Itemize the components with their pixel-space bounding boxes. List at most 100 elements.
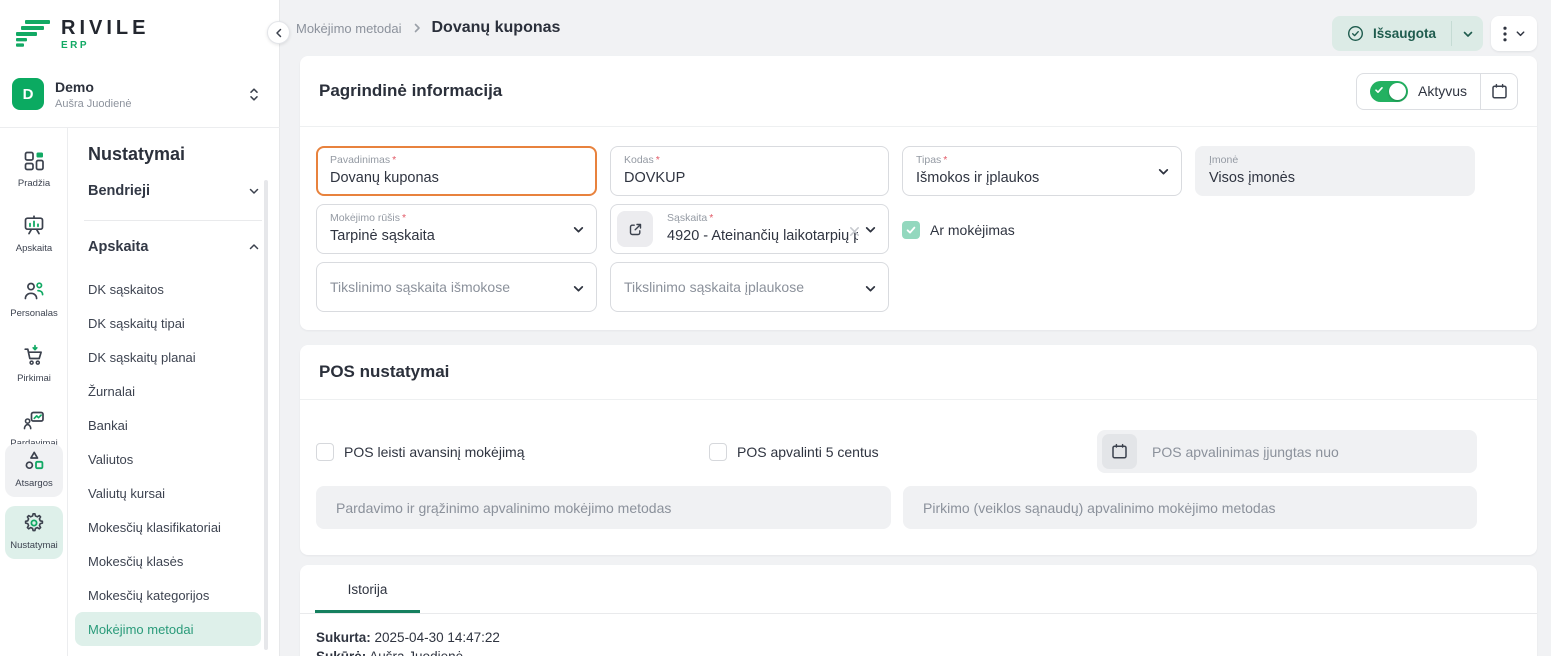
active-toggle-wrap[interactable]: Aktyvus — [1357, 81, 1480, 102]
rail-item-personalas[interactable]: Personalas — [5, 274, 63, 324]
rail-label: Pirkimai — [17, 373, 51, 384]
nav-item-zurnalai[interactable]: Žurnalai — [75, 374, 261, 408]
general-info-header: Pagrindinė informacija Aktyvus — [300, 56, 1537, 127]
created-value: 2025-04-30 14:47:22 — [375, 630, 500, 645]
field-placeholder: Tikslinimo sąskaita išmokose — [330, 279, 510, 295]
nav-group-bendrieji[interactable]: Bendrieji — [88, 183, 260, 199]
chevron-down-icon — [864, 223, 877, 236]
field-value: DOVKUP — [624, 170, 858, 186]
field-value: Išmokos ir įplaukos — [916, 170, 1151, 186]
field-saskaita[interactable]: Sąskaita* 4920 - Ateinančių laikotarpių … — [610, 204, 889, 254]
external-link-icon — [628, 222, 643, 237]
checkbox-pos-avansinis[interactable]: POS leisti avansinį mokėjimą — [316, 443, 709, 461]
more-actions-button[interactable] — [1491, 16, 1537, 51]
history-created: Sukurta: 2025-04-30 14:47:22 — [316, 628, 1521, 647]
cart-icon — [22, 344, 46, 368]
check-icon — [1375, 86, 1383, 94]
chevron-right-icon — [411, 22, 423, 34]
field-pardavimo-apvalinimo-metodas[interactable]: Pardavimo ir grąžinimo apvalinimo mokėji… — [316, 486, 891, 529]
saved-split-button[interactable]: Išsaugota — [1332, 16, 1483, 51]
saved-button-caret[interactable] — [1452, 16, 1483, 51]
field-tikslinimo-iplaukose[interactable]: Tikslinimo sąskaita įplaukose — [610, 262, 889, 312]
chevron-left-icon — [274, 28, 284, 38]
chevron-down-icon — [1157, 165, 1170, 178]
nav-divider — [84, 220, 262, 221]
rail-item-apskaita[interactable]: Apskaita — [5, 209, 63, 259]
gear-icon — [22, 511, 46, 535]
rail-label: Personalas — [10, 308, 58, 319]
chevron-down-icon — [248, 185, 260, 197]
field-pavadinimas[interactable]: Pavadinimas* Dovanų kuponas — [316, 146, 597, 196]
field-value: Visos įmonės — [1209, 170, 1444, 186]
chevron-down-icon — [572, 223, 585, 236]
field-kodas[interactable]: Kodas* DOVKUP — [610, 146, 889, 196]
workspace-name: Demo — [55, 79, 237, 95]
nav-item-dk-saskaitu-tipai[interactable]: DK sąskaitų tipai — [75, 306, 261, 340]
field-mokejimo-rusis[interactable]: Mokėjimo rūšis* Tarpinė sąskaita — [316, 204, 597, 254]
checkbox-ar-mokejimas[interactable]: Ar mokėjimas — [902, 206, 1475, 254]
nav-item-dk-saskaitu-planai[interactable]: DK sąskaitų planai — [75, 340, 261, 374]
rivile-logo: RIVILE ERP — [14, 18, 149, 51]
created-label: Sukurta: — [316, 630, 371, 645]
workspace-user: Aušra Juodienė — [55, 98, 237, 110]
field-label: Sąskaita* — [667, 212, 858, 224]
sidebar-collapse-button[interactable] — [267, 21, 290, 44]
checkbox-label: Ar mokėjimas — [930, 222, 1015, 238]
field-label: Kodas* — [624, 154, 858, 166]
checkbox-checked-icon — [902, 221, 920, 239]
field-placeholder: POS apvalinimas įjungtas nuo — [1152, 444, 1339, 460]
nav-item-mokesciu-klases[interactable]: Mokesčių klasės — [75, 544, 261, 578]
nav-scrollbar[interactable] — [264, 180, 268, 650]
field-label: Įmonė — [1209, 154, 1444, 166]
rail-item-pirkimai[interactable]: Pirkimai — [5, 339, 63, 389]
module-rail: Pradžia Apskaita — [0, 128, 68, 656]
field-value: 4920 - Ateinančių laikotarpių pajar — [667, 228, 858, 244]
chevron-down-icon — [864, 282, 877, 295]
workspace-switcher[interactable]: D Demo Aušra Juodienė — [12, 74, 268, 114]
checkbox-pos-apvalinti[interactable]: POS apvalinti 5 centus — [709, 443, 1097, 461]
calendar-icon[interactable] — [1102, 434, 1137, 469]
nav-item-valiutos[interactable]: Valiutos — [75, 442, 261, 476]
clear-icon[interactable] — [849, 226, 860, 237]
rail-item-nustatymai[interactable]: Nustatymai — [5, 506, 63, 559]
field-tikslinimo-ismokose[interactable]: Tikslinimo sąskaita išmokose — [316, 262, 597, 312]
nav-item-mokesciu-kategorijos[interactable]: Mokesčių kategorijos — [75, 578, 261, 612]
rail-item-pradzia[interactable]: Pradžia — [5, 144, 63, 194]
field-tipas[interactable]: Tipas* Išmokos ir įplaukos — [902, 146, 1182, 196]
active-control: Aktyvus — [1356, 73, 1518, 110]
nav-item-dk-saskaitos[interactable]: DK sąskaitos — [75, 272, 261, 306]
field-placeholder: Pardavimo ir grąžinimo apvalinimo mokėji… — [336, 500, 671, 516]
rail-item-atsargos[interactable]: Atsargos — [5, 444, 63, 497]
open-account-button[interactable] — [617, 211, 653, 247]
checkbox-empty-icon — [709, 443, 727, 461]
nav-item-mokejimo-metodai[interactable]: Mokėjimo metodai — [75, 612, 261, 646]
tab-istorija[interactable]: Istorija — [315, 565, 420, 613]
active-toggle[interactable] — [1370, 81, 1408, 102]
field-pos-apvalinimas-nuo[interactable]: POS apvalinimas įjungtas nuo — [1097, 430, 1477, 473]
field-label: Tipas* — [916, 154, 1151, 166]
nav-item-bankai[interactable]: Bankai — [75, 408, 261, 442]
nav-item-mokesciu-klasifikatoriai[interactable]: Mokesčių klasifikatoriai — [75, 510, 261, 544]
field-imone: Įmonė Visos įmonės — [1195, 146, 1475, 196]
breadcrumb: Mokėjimo metodai Dovanų kuponas — [296, 0, 560, 56]
check-circle-icon — [1347, 25, 1364, 42]
nav-group-apskaita[interactable]: Apskaita — [88, 239, 260, 255]
breadcrumb-parent[interactable]: Mokėjimo metodai — [296, 21, 402, 36]
chevron-down-icon — [572, 282, 585, 295]
settings-nav: Nustatymai Bendrieji Apskaita DK sąskait… — [68, 128, 280, 656]
general-info-title: Pagrindinė informacija — [319, 81, 502, 101]
nav-item-valiutu-kursai[interactable]: Valiutų kursai — [75, 476, 261, 510]
expand-vertical-icon — [248, 87, 260, 102]
general-info-form: Pavadinimas* Dovanų kuponas Kodas* DOVKU… — [300, 127, 1537, 312]
field-placeholder: Tikslinimo sąskaita įplaukose — [624, 279, 804, 295]
sales-monitor-icon — [22, 409, 46, 433]
saved-button-main[interactable]: Išsaugota — [1332, 16, 1451, 51]
active-calendar-button[interactable] — [1480, 74, 1517, 109]
people-icon — [22, 279, 46, 303]
general-info-card: Pagrindinė informacija Aktyvus — [300, 56, 1537, 330]
topbar: Mokėjimo metodai Dovanų kuponas Išsaugot… — [280, 0, 1551, 56]
saved-button-label: Išsaugota — [1373, 26, 1436, 41]
rail-label: Nustatymai — [10, 540, 58, 551]
field-pirkimo-apvalinimo-metodas[interactable]: Pirkimo (veiklos sąnaudų) apvalinimo mok… — [903, 486, 1477, 529]
checkbox-empty-icon — [316, 443, 334, 461]
